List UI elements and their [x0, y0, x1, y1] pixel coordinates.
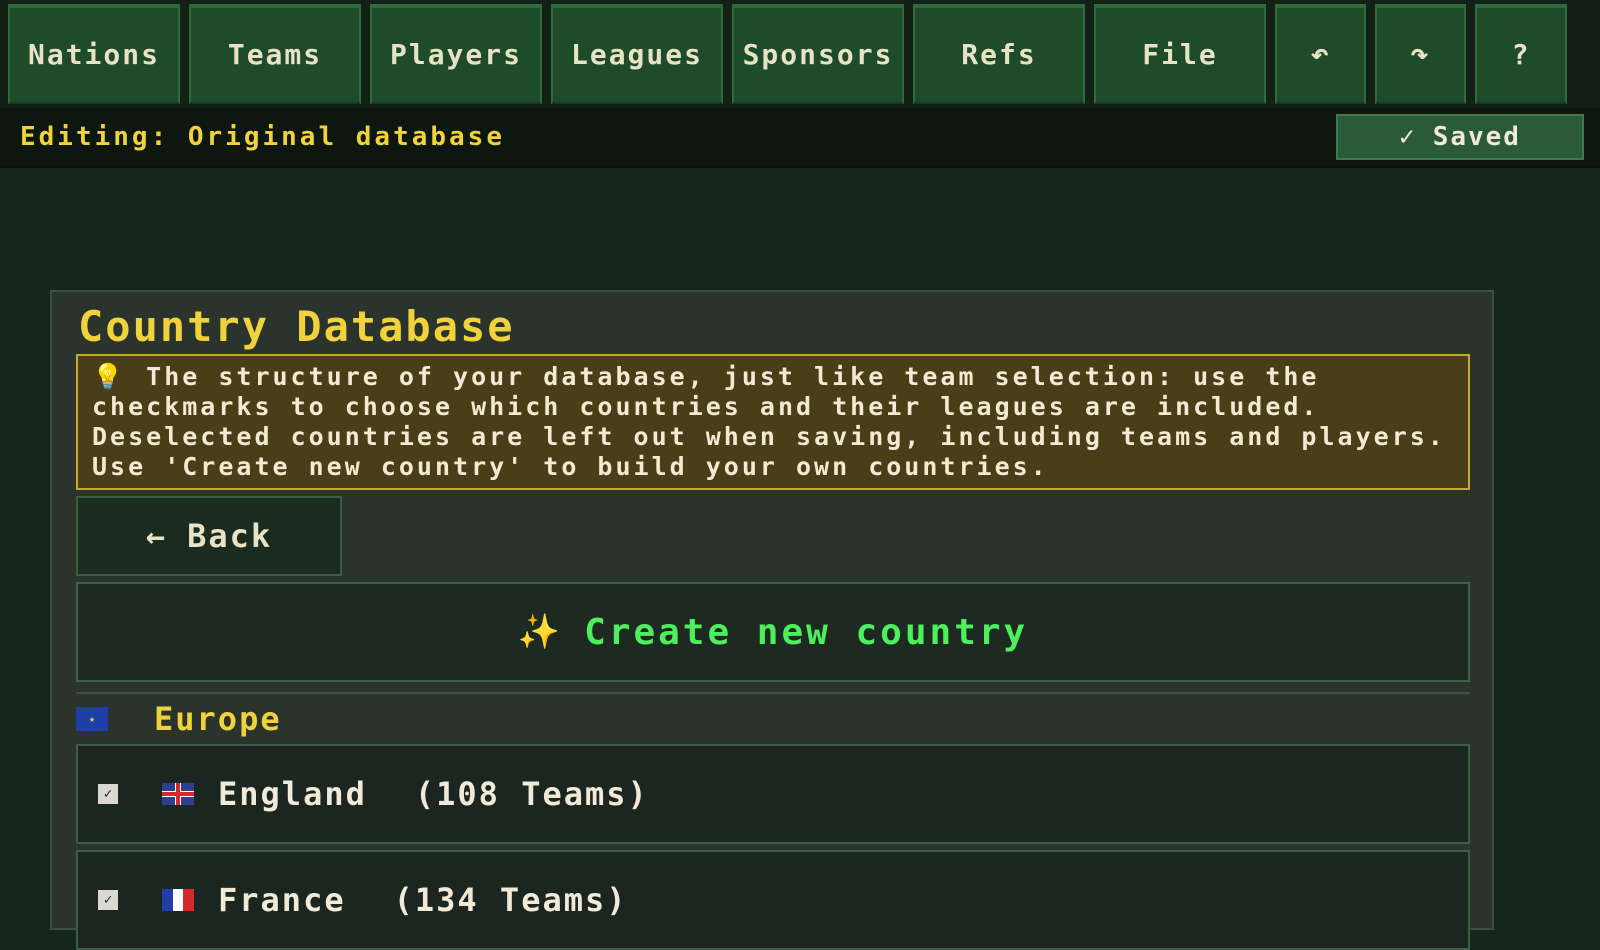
country-name: England — [218, 775, 367, 813]
saved-label: Saved — [1432, 122, 1521, 152]
nav-teams-button[interactable]: Teams — [189, 4, 361, 104]
nav-nations-button[interactable]: Nations — [8, 4, 180, 104]
info-hint-box: 💡 The structure of your database, just li… — [76, 354, 1470, 490]
checkbox-france[interactable]: ✓ — [98, 890, 118, 910]
back-button[interactable]: ← Back — [76, 496, 342, 576]
redo-button[interactable]: ↷ — [1375, 4, 1466, 104]
nav-leagues-button[interactable]: Leagues — [551, 4, 723, 104]
nav-players-button[interactable]: Players — [370, 4, 542, 104]
country-row-france[interactable]: ✓ France (134 Teams) — [76, 850, 1470, 950]
country-database-panel: Country Database 💡 The structure of your … — [50, 290, 1494, 950]
top-navigation-bar: Nations Teams Players Leagues Sponsors R… — [0, 0, 1600, 108]
status-bar: Editing: Original database ✓ Saved — [0, 108, 1600, 168]
page-title: Country Database — [78, 302, 515, 351]
create-new-country-button[interactable]: ✨ Create new country — [76, 582, 1470, 682]
back-label: Back — [187, 517, 273, 555]
nav-refs-button[interactable]: Refs — [913, 4, 1085, 104]
region-header-europe: ★ Europe — [76, 694, 1468, 744]
sparkles-icon: ✨ — [517, 612, 561, 652]
undo-button[interactable]: ↶ — [1275, 4, 1366, 104]
help-button[interactable]: ? — [1475, 4, 1567, 104]
region-label: Europe — [154, 700, 282, 738]
editing-status-text: Editing: Original database — [20, 122, 505, 152]
uk-flag-icon — [162, 783, 194, 805]
nav-file-button[interactable]: File — [1094, 4, 1266, 104]
saved-indicator[interactable]: ✓ Saved — [1336, 114, 1584, 160]
country-team-count: (108 Teams) — [414, 775, 649, 813]
france-flag-icon — [162, 889, 195, 911]
country-name: France — [218, 881, 346, 919]
checkbox-england[interactable]: ✓ — [98, 784, 118, 804]
eu-flag-icon: ★ — [76, 707, 108, 731]
hint-text: The structure of your database, just lik… — [92, 362, 1446, 481]
country-row-england[interactable]: ✓ England (108 Teams) — [76, 744, 1470, 844]
nav-sponsors-button[interactable]: Sponsors — [732, 4, 904, 104]
help-icon: ? — [1511, 37, 1531, 71]
create-new-country-label: Create new country — [584, 611, 1029, 653]
redo-icon: ↷ — [1410, 36, 1431, 72]
lightbulb-icon: 💡 — [92, 362, 127, 391]
checkmark-icon: ✓ — [1399, 122, 1417, 152]
arrow-left-icon: ← — [145, 517, 168, 555]
country-team-count: (134 Teams) — [393, 881, 628, 919]
undo-icon: ↶ — [1310, 36, 1331, 72]
